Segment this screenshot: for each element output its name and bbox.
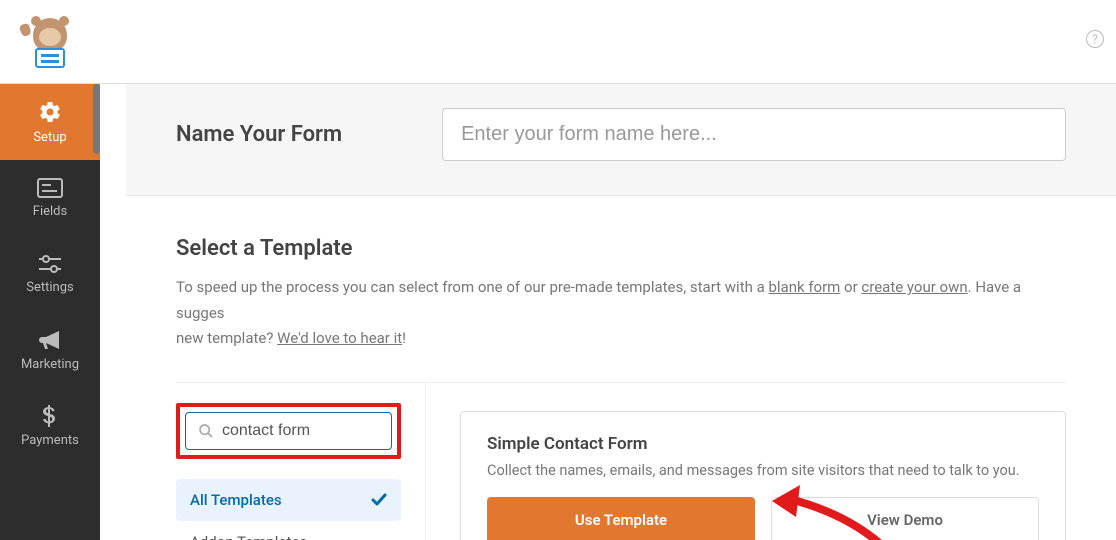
sidebar-item-label: Marketing — [21, 357, 79, 372]
search-highlight-annotation — [176, 403, 401, 459]
template-heading: Select a Template — [176, 236, 1066, 261]
top-bar: ? — [0, 0, 1116, 84]
template-card-title: Simple Contact Form — [487, 434, 1039, 454]
create-own-link[interactable]: create your own — [861, 278, 967, 296]
sidebar-item-label: Fields — [33, 204, 67, 219]
use-template-button[interactable]: Use Template — [487, 497, 755, 540]
bullhorn-icon — [38, 329, 62, 351]
sidebar-item-fields[interactable]: Fields — [0, 160, 100, 236]
blank-form-link[interactable]: blank form — [768, 278, 840, 296]
sliders-icon — [38, 254, 62, 274]
sidebar-item-settings[interactable]: Settings — [0, 236, 100, 312]
name-form-section: Name Your Form — [126, 84, 1116, 196]
gear-icon — [38, 100, 62, 124]
sidebar-item-marketing[interactable]: Marketing — [0, 312, 100, 388]
filter-label: All Templates — [190, 491, 282, 509]
help-icon[interactable]: ? — [1086, 30, 1104, 48]
template-filters-panel: All Templates Addon Templates — [176, 383, 426, 540]
app-logo — [0, 0, 100, 84]
template-description: To speed up the process you can select f… — [176, 275, 1066, 352]
template-results-panel: Simple Contact Form Collect the names, e… — [426, 383, 1066, 540]
sidebar-item-label: Payments — [21, 433, 79, 448]
template-section: Select a Template To speed up the proces… — [126, 196, 1116, 540]
form-fields-icon — [37, 178, 63, 198]
template-card-simple-contact: Simple Contact Form Collect the names, e… — [460, 411, 1066, 540]
view-demo-button[interactable]: View Demo — [771, 497, 1039, 540]
template-filter-list: All Templates Addon Templates — [176, 479, 401, 540]
sidebar: Setup Fields Settings Marketing Payments — [0, 84, 100, 540]
template-search-box[interactable] — [185, 412, 392, 450]
content-area: Name Your Form Select a Template To spee… — [126, 84, 1116, 540]
filter-all-templates[interactable]: All Templates — [176, 479, 401, 521]
check-icon — [371, 493, 387, 507]
sidebar-scrollbar[interactable] — [93, 84, 100, 154]
form-name-input[interactable] — [442, 108, 1066, 161]
sidebar-item-label: Setup — [33, 130, 66, 145]
sidebar-item-label: Settings — [26, 280, 73, 295]
template-search-input[interactable] — [222, 422, 379, 440]
filter-addon-templates[interactable]: Addon Templates — [176, 521, 401, 540]
template-card-description: Collect the names, emails, and messages … — [487, 462, 1039, 479]
search-icon — [198, 423, 214, 439]
sidebar-item-setup[interactable]: Setup — [0, 84, 100, 160]
name-form-label: Name Your Form — [176, 122, 342, 147]
sidebar-item-payments[interactable]: Payments — [0, 388, 100, 464]
dollar-icon — [43, 405, 57, 427]
filter-label: Addon Templates — [190, 533, 307, 540]
feedback-link[interactable]: We'd love to hear it — [277, 329, 402, 347]
beaver-logo-icon — [26, 18, 74, 66]
